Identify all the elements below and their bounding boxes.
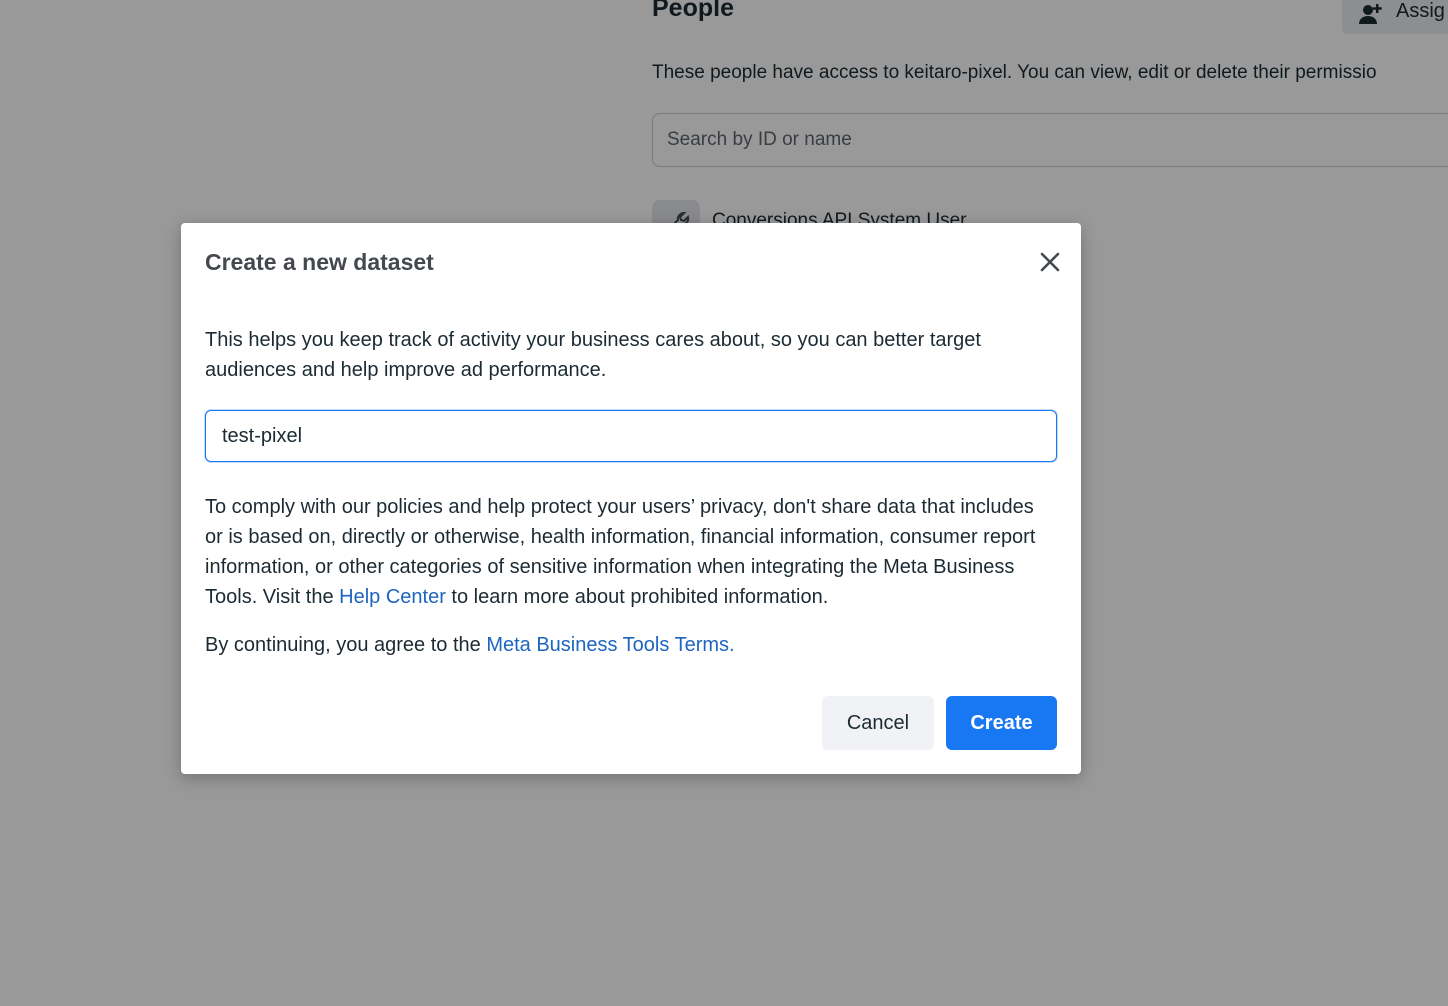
- create-dataset-dialog: Create a new dataset This helps you keep…: [181, 223, 1081, 774]
- terms-notice: By continuing, you agree to the Meta Bus…: [205, 630, 1057, 660]
- dataset-name-input[interactable]: [205, 410, 1057, 462]
- dialog-title: Create a new dataset: [205, 249, 434, 275]
- cancel-button[interactable]: Cancel: [822, 696, 934, 750]
- help-center-link[interactable]: Help Center: [339, 586, 446, 608]
- policy-suffix: to learn more about prohibited informati…: [445, 586, 829, 608]
- close-icon: [1040, 252, 1060, 272]
- terms-link[interactable]: Meta Business Tools Terms.: [486, 634, 734, 656]
- dialog-description: This helps you keep track of activity yo…: [205, 329, 981, 381]
- terms-prefix: By continuing, you agree to the: [205, 634, 487, 656]
- close-button[interactable]: [1033, 245, 1067, 279]
- create-button[interactable]: Create: [946, 696, 1057, 750]
- policy-notice: To comply with our policies and help pro…: [205, 492, 1057, 612]
